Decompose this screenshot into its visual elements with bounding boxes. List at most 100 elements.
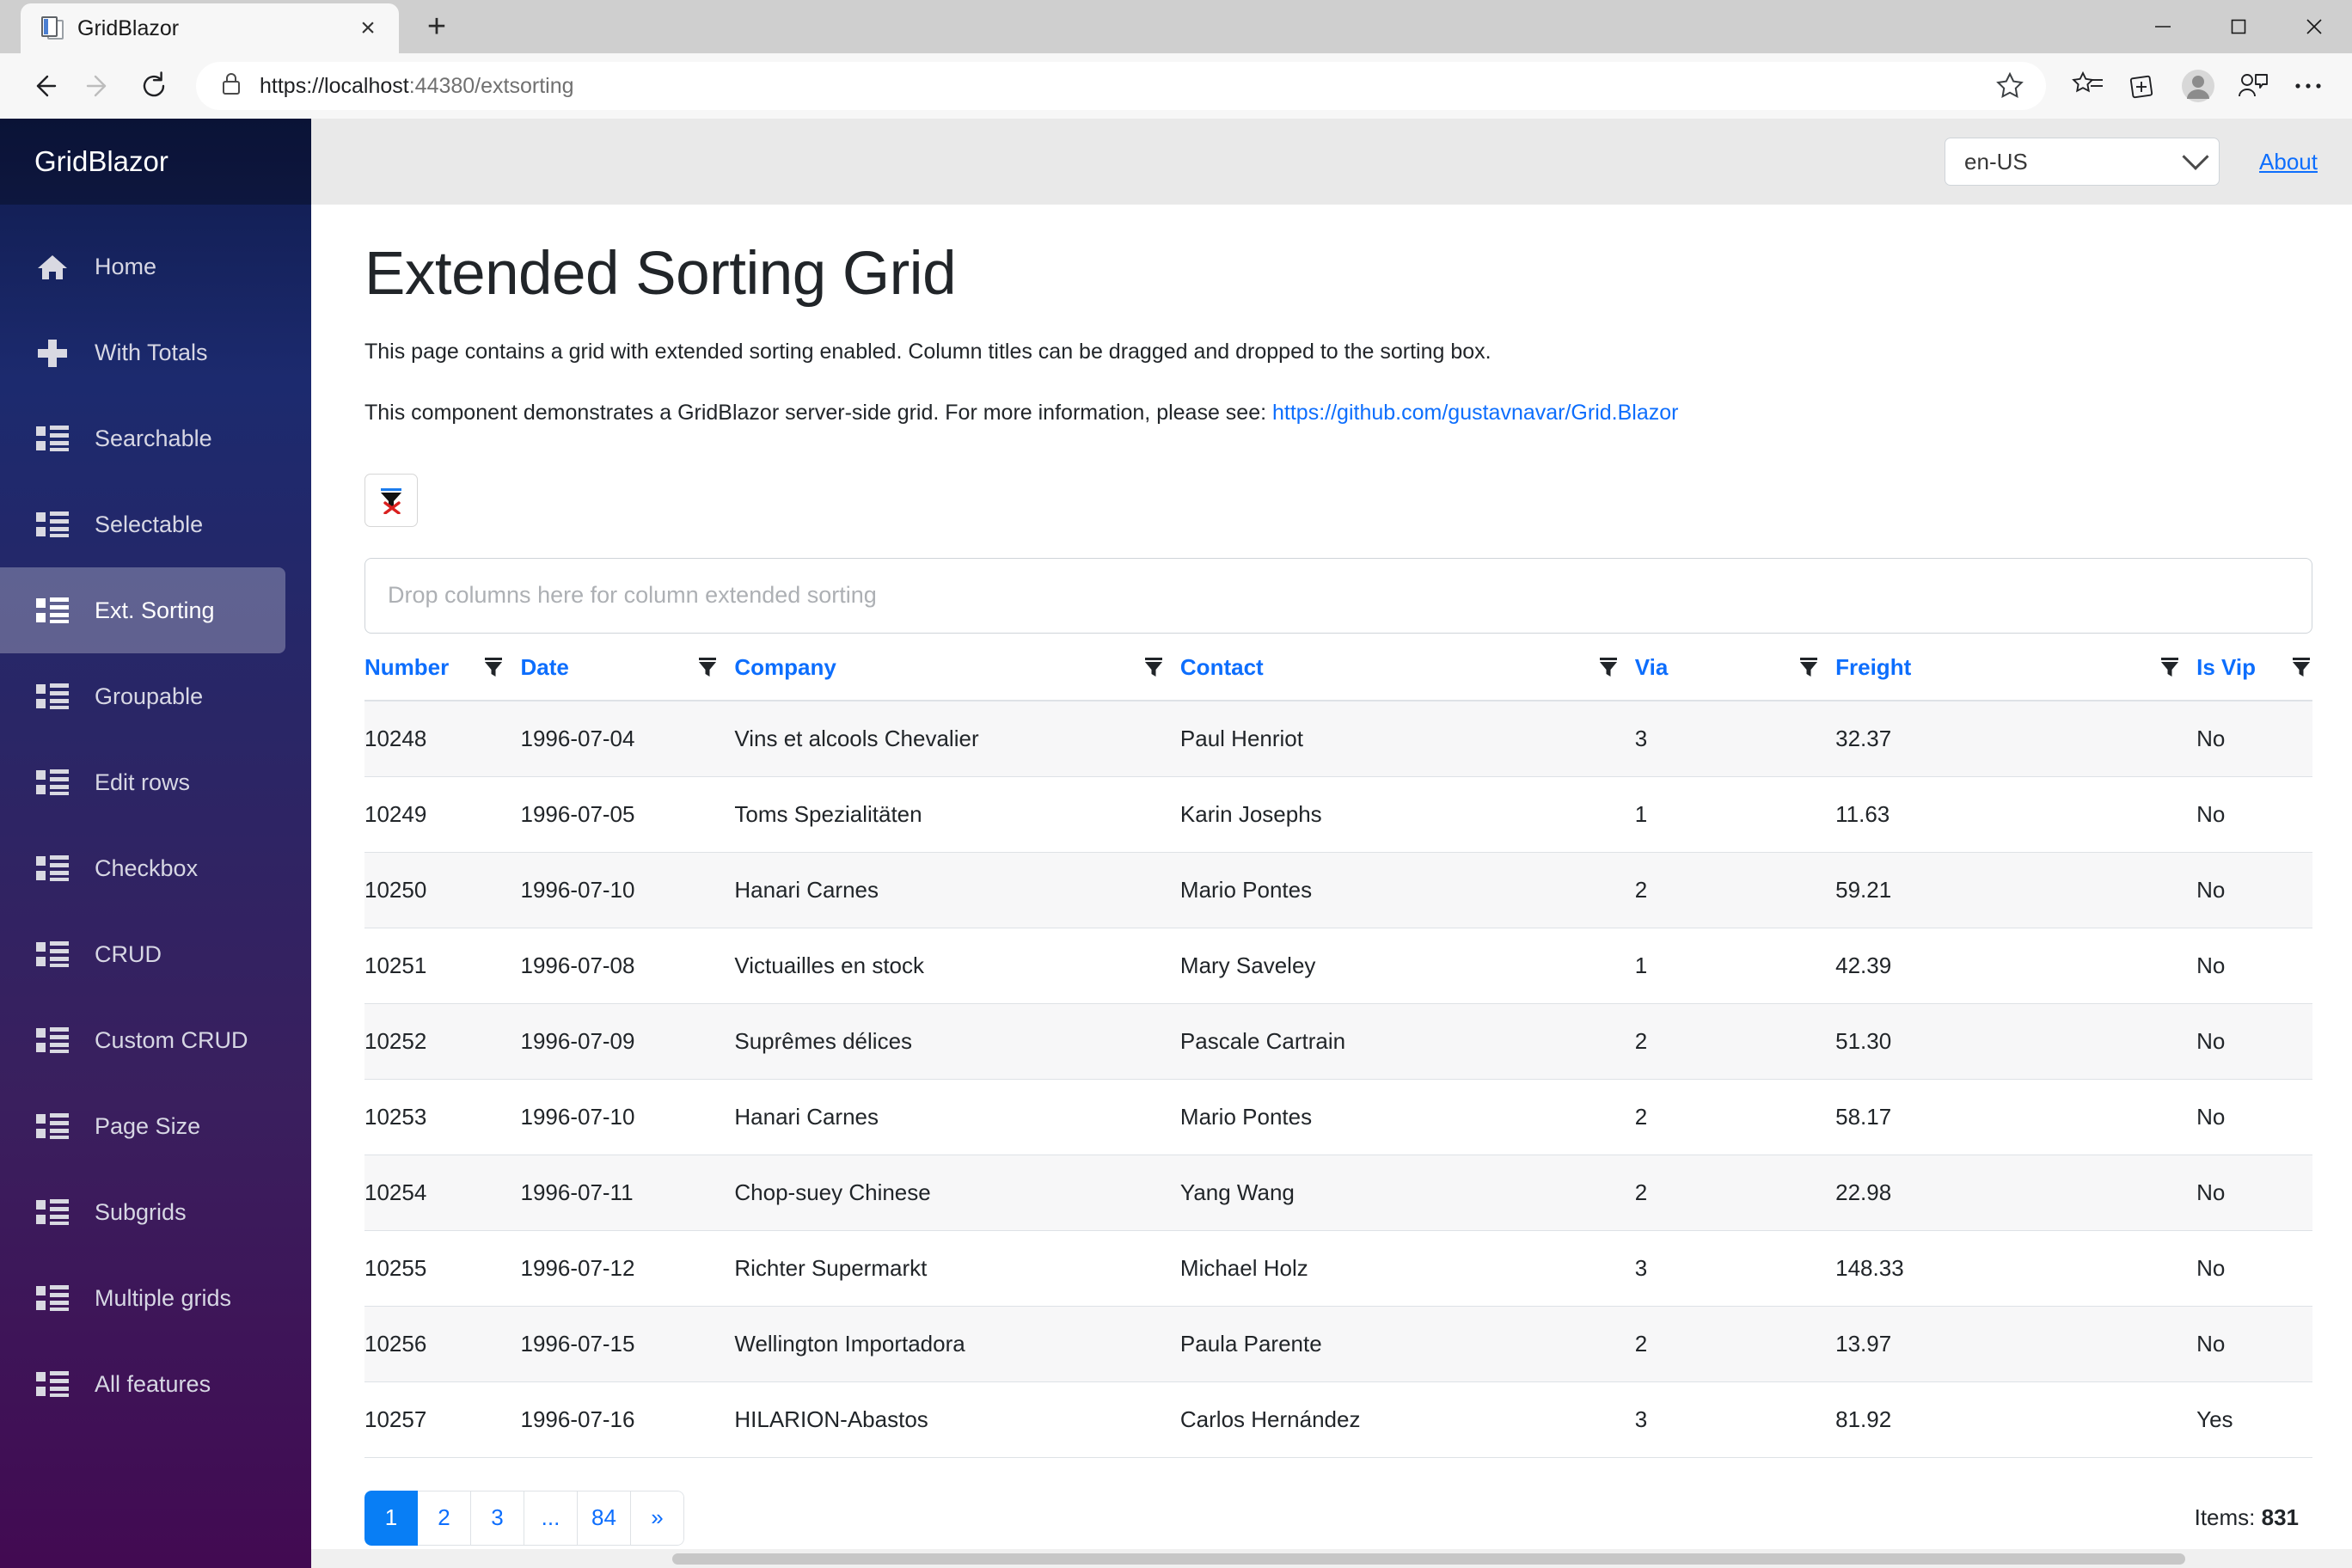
column-header-label[interactable]: Freight [1835, 654, 1911, 681]
column-header-via[interactable]: Via [1634, 653, 1836, 701]
filter-funnel-icon[interactable] [696, 656, 719, 678]
close-tab-icon[interactable]: × [349, 9, 387, 47]
maximize-button[interactable] [2201, 0, 2276, 53]
grid-header: Number Date Company Contact Via Freight … [364, 653, 2312, 701]
sorting-dropzone[interactable]: Drop columns here for column extended so… [364, 557, 2312, 634]
address-bar[interactable]: https://localhost:44380/extsorting [196, 62, 2046, 110]
sidebar-item-crud[interactable]: CRUD [0, 911, 285, 997]
list-icon [36, 1027, 69, 1053]
cell-company: Hanari Carnes [734, 852, 1180, 928]
browser-titlebar: GridBlazor × + [0, 0, 2352, 53]
column-header-is-vip[interactable]: Is Vip [2196, 653, 2312, 701]
sidebar-item-label: All features [95, 1370, 211, 1397]
table-row[interactable]: 10252 1996-07-09 Suprêmes délices Pascal… [364, 1003, 2312, 1080]
sidebar-item-searchable[interactable]: Searchable [0, 395, 285, 481]
more-options-icon[interactable] [2283, 61, 2333, 111]
about-link[interactable]: About [2259, 149, 2318, 175]
home-icon [36, 254, 69, 279]
list-icon [36, 511, 69, 537]
horizontal-scrollbar-thumb[interactable] [672, 1553, 2185, 1565]
collections-icon[interactable] [2118, 61, 2168, 111]
culture-select[interactable]: en-US [1945, 138, 2220, 186]
column-header-label[interactable]: Date [520, 654, 568, 681]
cell-contact: Michael Holz [1179, 1230, 1635, 1307]
cell-number: 10251 [364, 928, 521, 1004]
page-next-button[interactable]: » [631, 1490, 684, 1546]
sidebar-item-label: CRUD [95, 940, 162, 967]
table-row[interactable]: 10248 1996-07-04 Vins et alcools Chevali… [364, 700, 2312, 777]
column-header-contact[interactable]: Contact [1179, 653, 1635, 701]
page-button-84[interactable]: 84 [578, 1490, 631, 1546]
cell-company: Hanari Carnes [734, 1079, 1180, 1155]
sidebar-item-custom-crud[interactable]: Custom CRUD [0, 997, 285, 1083]
column-header-label[interactable]: Is Vip [2196, 654, 2256, 681]
column-header-label[interactable]: Company [734, 654, 836, 681]
cell-is-vip: No [2196, 776, 2312, 853]
table-row[interactable]: 10257 1996-07-16 HILARION-Abastos Carlos… [364, 1381, 2312, 1458]
sidebar-item-subgrids[interactable]: Subgrids [0, 1169, 285, 1255]
cell-contact: Paul Henriot [1179, 700, 1635, 777]
table-row[interactable]: 10253 1996-07-10 Hanari Carnes Mario Pon… [364, 1079, 2312, 1155]
filter-funnel-icon[interactable] [1798, 656, 1820, 678]
sidebar-item-label: Custom CRUD [95, 1026, 248, 1053]
horizontal-scrollbar[interactable] [311, 1549, 2352, 1568]
sidebar-item-checkbox[interactable]: Checkbox [0, 825, 285, 911]
column-header-freight[interactable]: Freight [1835, 653, 2197, 701]
sidebar-item-page-size[interactable]: Page Size [0, 1083, 285, 1169]
filter-funnel-icon[interactable] [2290, 656, 2312, 678]
sidebar-item-home[interactable]: Home [0, 224, 285, 309]
favorite-star-icon[interactable] [1989, 65, 2030, 107]
column-header-number[interactable]: Number [364, 653, 521, 701]
reload-icon[interactable] [129, 61, 179, 111]
table-row[interactable]: 10254 1996-07-11 Chop-suey Chinese Yang … [364, 1155, 2312, 1231]
profile-avatar-icon[interactable] [2173, 61, 2223, 111]
url-text: https://localhost:44380/extsorting [260, 73, 574, 98]
page-button-1[interactable]: 1 [364, 1490, 418, 1546]
column-header-label[interactable]: Via [1635, 654, 1669, 681]
sidebar-item-label: Page Size [95, 1112, 201, 1139]
clear-filters-button[interactable] [364, 473, 418, 527]
sidebar-item-selectable[interactable]: Selectable [0, 481, 285, 567]
table-row[interactable]: 10255 1996-07-12 Richter Supermarkt Mich… [364, 1230, 2312, 1307]
minimize-button[interactable] [2125, 0, 2201, 53]
pager-row: 1 2 3 ... 84 » Items: 831 [364, 1490, 2312, 1546]
filter-funnel-icon[interactable] [482, 656, 505, 678]
cell-freight: 13.97 [1835, 1306, 2197, 1382]
filter-funnel-icon[interactable] [2159, 656, 2181, 678]
list-icon [36, 855, 69, 881]
new-tab-button[interactable]: + [413, 3, 461, 51]
table-row[interactable]: 10256 1996-07-15 Wellington Importadora … [364, 1306, 2312, 1382]
table-row[interactable]: 10251 1996-07-08 Victuailles en stock Ma… [364, 928, 2312, 1004]
filter-funnel-icon[interactable] [1142, 656, 1165, 678]
sidebar-item-multiple-grids[interactable]: Multiple grids [0, 1255, 285, 1341]
close-window-button[interactable] [2276, 0, 2352, 53]
sidebar-item-edit-rows[interactable]: Edit rows [0, 739, 285, 825]
sidebar-item-all-features[interactable]: All features [0, 1341, 285, 1427]
table-row[interactable]: 10250 1996-07-10 Hanari Carnes Mario Pon… [364, 852, 2312, 928]
sidebar-item-with-totals[interactable]: With Totals [0, 309, 285, 395]
column-header-date[interactable]: Date [520, 653, 735, 701]
forward-icon[interactable] [74, 61, 124, 111]
share-feedback-icon[interactable] [2228, 61, 2278, 111]
filter-funnel-icon[interactable] [1597, 656, 1620, 678]
favorites-collections-icon[interactable] [2063, 61, 2113, 111]
table-row[interactable]: 10249 1996-07-05 Toms Spezialitäten Kari… [364, 776, 2312, 853]
column-header-label[interactable]: Number [364, 654, 449, 681]
sidebar-item-groupable[interactable]: Groupable [0, 653, 285, 739]
browser-tab[interactable]: GridBlazor × [21, 3, 399, 53]
page-ellipsis[interactable]: ... [524, 1490, 578, 1546]
cell-via: 2 [1634, 1306, 1836, 1382]
page-button-2[interactable]: 2 [418, 1490, 471, 1546]
column-header-company[interactable]: Company [734, 653, 1180, 701]
cell-date: 1996-07-08 [520, 928, 735, 1004]
github-link[interactable]: https://github.com/gustavnavar/Grid.Blaz… [1272, 401, 1678, 425]
brand[interactable]: GridBlazor [0, 119, 311, 205]
list-icon [36, 683, 69, 709]
cell-via: 3 [1634, 1381, 1836, 1458]
page-button-3[interactable]: 3 [471, 1490, 524, 1546]
sidebar-item-ext-sorting[interactable]: Ext. Sorting [0, 567, 285, 653]
clear-filter-funnel-icon [378, 487, 404, 515]
column-header-label[interactable]: Contact [1180, 654, 1264, 681]
back-icon[interactable] [19, 61, 69, 111]
sidebar: GridBlazor Home With Totals Searchable S… [0, 119, 311, 1568]
